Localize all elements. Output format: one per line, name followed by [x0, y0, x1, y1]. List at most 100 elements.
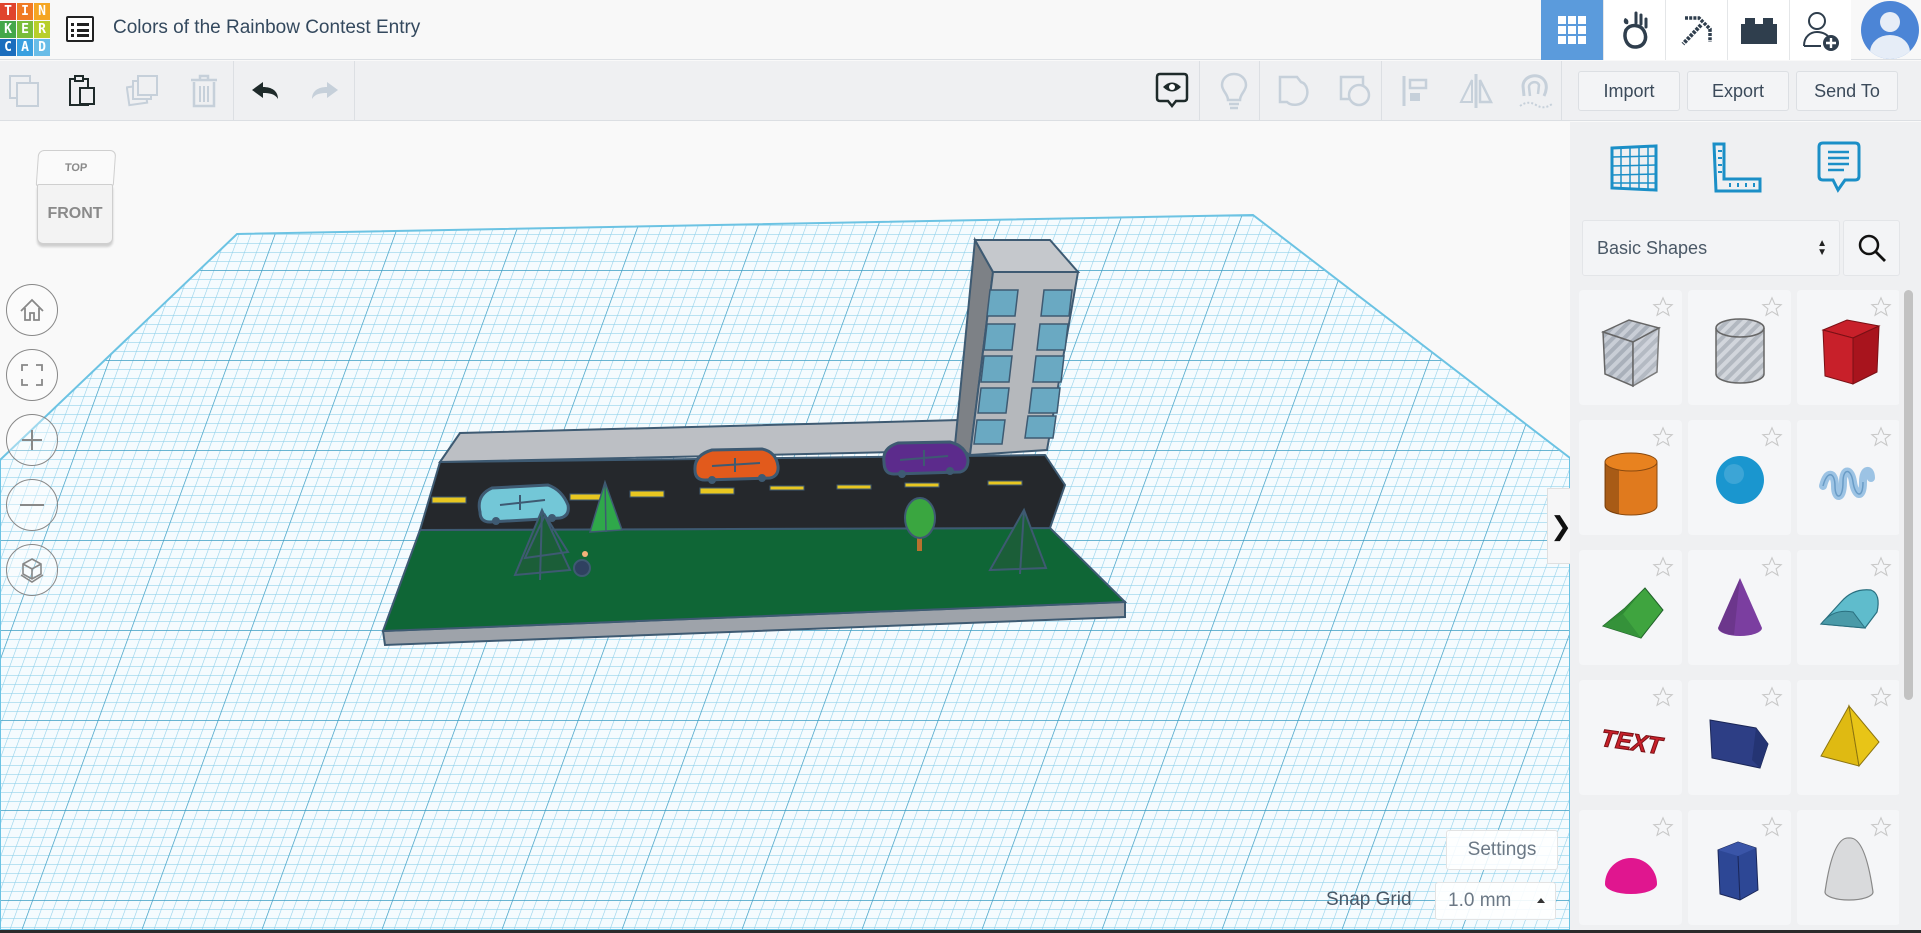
bricks-view-button[interactable] [1727, 0, 1789, 60]
shape-tile-sphere[interactable] [1688, 420, 1791, 535]
minus-icon [20, 504, 44, 506]
import-button[interactable]: Import [1578, 71, 1680, 111]
minecraft-view-button[interactable] [1665, 0, 1727, 60]
group-icon [1278, 75, 1309, 106]
show-all-button[interactable] [1214, 71, 1254, 111]
3d-scene[interactable] [0, 122, 1570, 930]
scene-purple-van[interactable] [882, 440, 970, 478]
perspective-toggle-button[interactable] [6, 544, 58, 596]
shape-tile-polygon[interactable] [1688, 810, 1791, 925]
view-cube-front[interactable]: FRONT [37, 184, 113, 244]
scene-teal-van[interactable] [477, 483, 570, 525]
collapse-panel-button[interactable]: ❯ [1547, 488, 1570, 564]
shape-tile-cone[interactable] [1688, 550, 1791, 665]
shapes-panel: Basic Shapes ▲ ▼ TEXT [1570, 122, 1921, 930]
shape-category-select[interactable]: Basic Shapes ▲ ▼ [1582, 220, 1840, 276]
workplane-tab[interactable] [1604, 138, 1664, 198]
favorite-star-icon[interactable] [1761, 426, 1783, 448]
copy-button[interactable] [4, 71, 44, 111]
cube-icon [20, 558, 44, 583]
paste-icon [69, 75, 95, 106]
shape-tile-box[interactable] [1797, 290, 1899, 405]
favorite-star-icon[interactable] [1870, 426, 1892, 448]
shape-tile-pyramid[interactable] [1797, 680, 1899, 795]
box-shape-icon [1821, 319, 1881, 385]
magnet-icon [1519, 74, 1553, 109]
pickaxe-icon [1681, 16, 1712, 46]
shape-search-button[interactable] [1843, 220, 1900, 276]
shape-tile-text[interactable]: TEXT [1579, 680, 1682, 795]
duplicate-button[interactable] [123, 71, 163, 111]
text-shape-icon: TEXT [1599, 724, 1667, 761]
top-header: TIN KER CAD Colors of the Rainbow Contest … [0, 0, 1921, 60]
favorite-star-icon[interactable] [1761, 296, 1783, 318]
shape-tile-box-hole[interactable] [1579, 290, 1682, 405]
scene-orange-van[interactable] [693, 447, 780, 484]
fit-view-button[interactable] [6, 349, 58, 401]
zoom-in-button[interactable] [6, 414, 58, 466]
user-avatar[interactable] [1861, 1, 1919, 59]
shape-tile-wedge[interactable] [1688, 680, 1791, 795]
shape-tile-halfsphere[interactable] [1579, 810, 1682, 925]
settings-button[interactable]: Settings [1446, 830, 1558, 870]
circuits-view-button[interactable] [1603, 0, 1665, 60]
mirror-button[interactable] [1456, 71, 1496, 111]
3d-workspace[interactable]: TOP FRONT ❯ Settings Snap Grid 1.0 mm [0, 122, 1570, 930]
home-view-button[interactable] [6, 284, 58, 336]
lightbulb-icon [1220, 72, 1248, 110]
invite-user-button[interactable] [1789, 0, 1851, 60]
search-icon [1858, 234, 1886, 262]
favorite-star-icon[interactable] [1761, 686, 1783, 708]
favorite-star-icon[interactable] [1761, 556, 1783, 578]
favorite-star-icon[interactable] [1652, 816, 1674, 838]
snap-grid-label: Snap Grid [1326, 889, 1412, 910]
favorite-star-icon[interactable] [1761, 816, 1783, 838]
logo-letter: K [0, 21, 16, 38]
sort-arrows-icon: ▲ ▼ [1817, 238, 1827, 258]
design-menu-icon[interactable] [66, 16, 94, 42]
notes-tab[interactable] [1809, 138, 1869, 198]
snap-grid-select[interactable]: 1.0 mm [1435, 882, 1556, 920]
group-button[interactable] [1274, 71, 1314, 111]
roundroof-shape-icon [1819, 589, 1879, 629]
favorite-star-icon[interactable] [1652, 686, 1674, 708]
notes-visibility-button[interactable] [1152, 71, 1192, 111]
note-icon [1817, 141, 1861, 193]
shape-tile-cyl-hole[interactable] [1688, 290, 1791, 405]
redo-button[interactable] [304, 71, 344, 111]
favorite-star-icon[interactable] [1870, 296, 1892, 318]
zoom-out-button[interactable] [6, 479, 58, 531]
ruler-tab[interactable] [1707, 138, 1767, 198]
align-button[interactable] [1396, 71, 1436, 111]
send-to-button[interactable]: Send To [1796, 71, 1898, 111]
shape-tile-scribble[interactable] [1797, 420, 1899, 535]
scribble-shape-icon [1819, 467, 1875, 500]
favorite-star-icon[interactable] [1652, 426, 1674, 448]
workplane-grid-icon [1610, 144, 1658, 192]
view-cube[interactable]: TOP FRONT [33, 150, 117, 250]
shape-tile-cylinder[interactable] [1579, 420, 1682, 535]
design-title[interactable]: Colors of the Rainbow Contest Entry [113, 17, 420, 39]
cruise-button[interactable] [1516, 71, 1556, 111]
view-cube-top[interactable]: TOP [35, 150, 117, 186]
logo-letter: I [17, 3, 33, 20]
favorite-star-icon[interactable] [1870, 686, 1892, 708]
logo-letter: T [0, 3, 16, 20]
paste-button[interactable] [62, 71, 102, 111]
favorite-star-icon[interactable] [1652, 556, 1674, 578]
shape-tile-roundroof[interactable] [1797, 550, 1899, 665]
export-button[interactable]: Export [1687, 71, 1789, 111]
favorite-star-icon[interactable] [1870, 816, 1892, 838]
shape-tile-paraboloid[interactable] [1797, 810, 1899, 925]
polygon-shape-icon [1717, 841, 1759, 901]
tinkercad-logo[interactable]: TIN KER CAD [0, 3, 50, 57]
shape-tile-roof[interactable] [1579, 550, 1682, 665]
3d-design-view-button[interactable] [1541, 0, 1603, 60]
shapes-scrollbar[interactable] [1904, 290, 1913, 700]
undo-button[interactable] [246, 71, 286, 111]
edit-toolbar: Import Export Send To [0, 61, 1921, 121]
favorite-star-icon[interactable] [1870, 556, 1892, 578]
ungroup-button[interactable] [1335, 71, 1375, 111]
favorite-star-icon[interactable] [1652, 296, 1674, 318]
delete-button[interactable] [184, 71, 224, 111]
